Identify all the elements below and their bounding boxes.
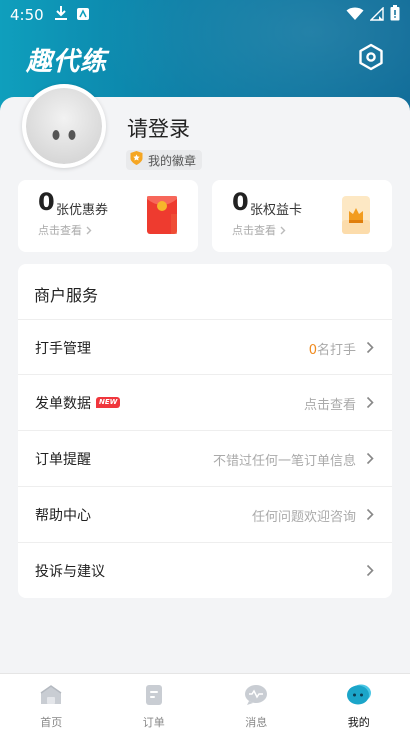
login-prompt[interactable]: 请登录	[127, 113, 190, 143]
tab-orders[interactable]: 订单	[103, 674, 206, 730]
order-icon	[141, 683, 167, 711]
rights-card-view-link[interactable]: 点击查看	[232, 222, 286, 238]
chevron-right-icon	[366, 396, 374, 409]
coupon-card[interactable]: 0 张优惠券 点击查看	[18, 180, 198, 252]
badge-shield-icon	[129, 150, 144, 170]
settings-hexagon-icon	[358, 43, 384, 75]
row-label: 订单提醒	[35, 452, 91, 468]
row-label: 发单数据	[35, 396, 91, 412]
rights-card-view-label: 点击查看	[232, 224, 276, 237]
row-label: 打手管理	[35, 341, 91, 357]
download-icon	[54, 5, 68, 25]
avatar[interactable]	[22, 84, 106, 168]
row-player-management[interactable]: 打手管理 0名打手	[18, 319, 392, 375]
coupon-unit: 张优惠券	[56, 203, 109, 218]
row-help-center[interactable]: 帮助中心 任何问题欢迎咨询	[18, 486, 392, 542]
row-value: 任何问题欢迎咨询	[251, 510, 356, 525]
tab-label: 订单	[142, 716, 165, 729]
crown-card-icon	[339, 194, 373, 240]
coupon-view-label: 点击查看	[38, 224, 82, 237]
chevron-right-icon	[366, 341, 374, 354]
red-envelope-icon	[145, 194, 179, 240]
row-label: 投诉与建议	[35, 564, 105, 580]
services-title: 商户服务	[34, 286, 99, 305]
row-complaints-suggestions[interactable]: 投诉与建议	[18, 542, 392, 598]
new-tag: NEW	[96, 397, 121, 408]
chevron-right-icon	[366, 452, 374, 465]
row-order-reminder[interactable]: 订单提醒 不错过任何一笔订单信息	[18, 430, 392, 486]
rights-card[interactable]: 0 张权益卡 点击查看	[212, 180, 392, 252]
rights-card-unit: 张权益卡	[250, 203, 303, 218]
row-value: 不错过任何一笔订单信息	[212, 454, 356, 469]
app-title: 趣代练	[26, 47, 108, 77]
row-value: 0名打手	[309, 339, 356, 358]
settings-button[interactable]	[356, 43, 386, 75]
tab-messages[interactable]: 消息	[205, 674, 308, 730]
home-icon	[38, 683, 64, 711]
tab-label: 首页	[40, 716, 63, 729]
tab-label: 我的	[347, 716, 370, 729]
my-badges-label: 我的徽章	[148, 153, 197, 168]
battery-icon	[390, 5, 400, 25]
signal-icon	[369, 5, 384, 25]
wifi-icon	[346, 6, 364, 25]
default-avatar-icon	[26, 88, 102, 164]
row-value: 点击查看	[303, 398, 356, 413]
merchant-services-card: 商户服务 打手管理 0名打手 发单数据 NEW 点击查看 订单提醒 不错过任何一…	[18, 264, 392, 598]
chevron-right-icon	[280, 226, 286, 234]
profile-icon	[345, 683, 373, 711]
row-label: 帮助中心	[35, 508, 91, 524]
row-order-data[interactable]: 发单数据 NEW 点击查看	[18, 374, 392, 430]
tab-home[interactable]: 首页	[0, 674, 103, 730]
app-notification-icon	[76, 6, 90, 25]
coupon-count: 0	[38, 188, 55, 216]
status-bar: 4:50	[0, 0, 410, 30]
my-badges-button[interactable]: 我的徽章	[126, 150, 203, 170]
coupon-view-link[interactable]: 点击查看	[38, 222, 92, 238]
chevron-right-icon	[366, 508, 374, 521]
tab-label: 消息	[245, 716, 268, 729]
player-count: 0	[308, 343, 317, 358]
player-count-unit: 名打手	[316, 343, 356, 358]
bottom-tab-bar: 首页 订单 消息 我的	[0, 673, 410, 730]
status-time: 4:50	[10, 6, 44, 24]
tab-profile[interactable]: 我的	[308, 674, 410, 730]
rights-card-count: 0	[232, 188, 249, 216]
chevron-right-icon	[86, 226, 92, 234]
message-icon	[243, 683, 269, 711]
chevron-right-icon	[366, 564, 374, 577]
